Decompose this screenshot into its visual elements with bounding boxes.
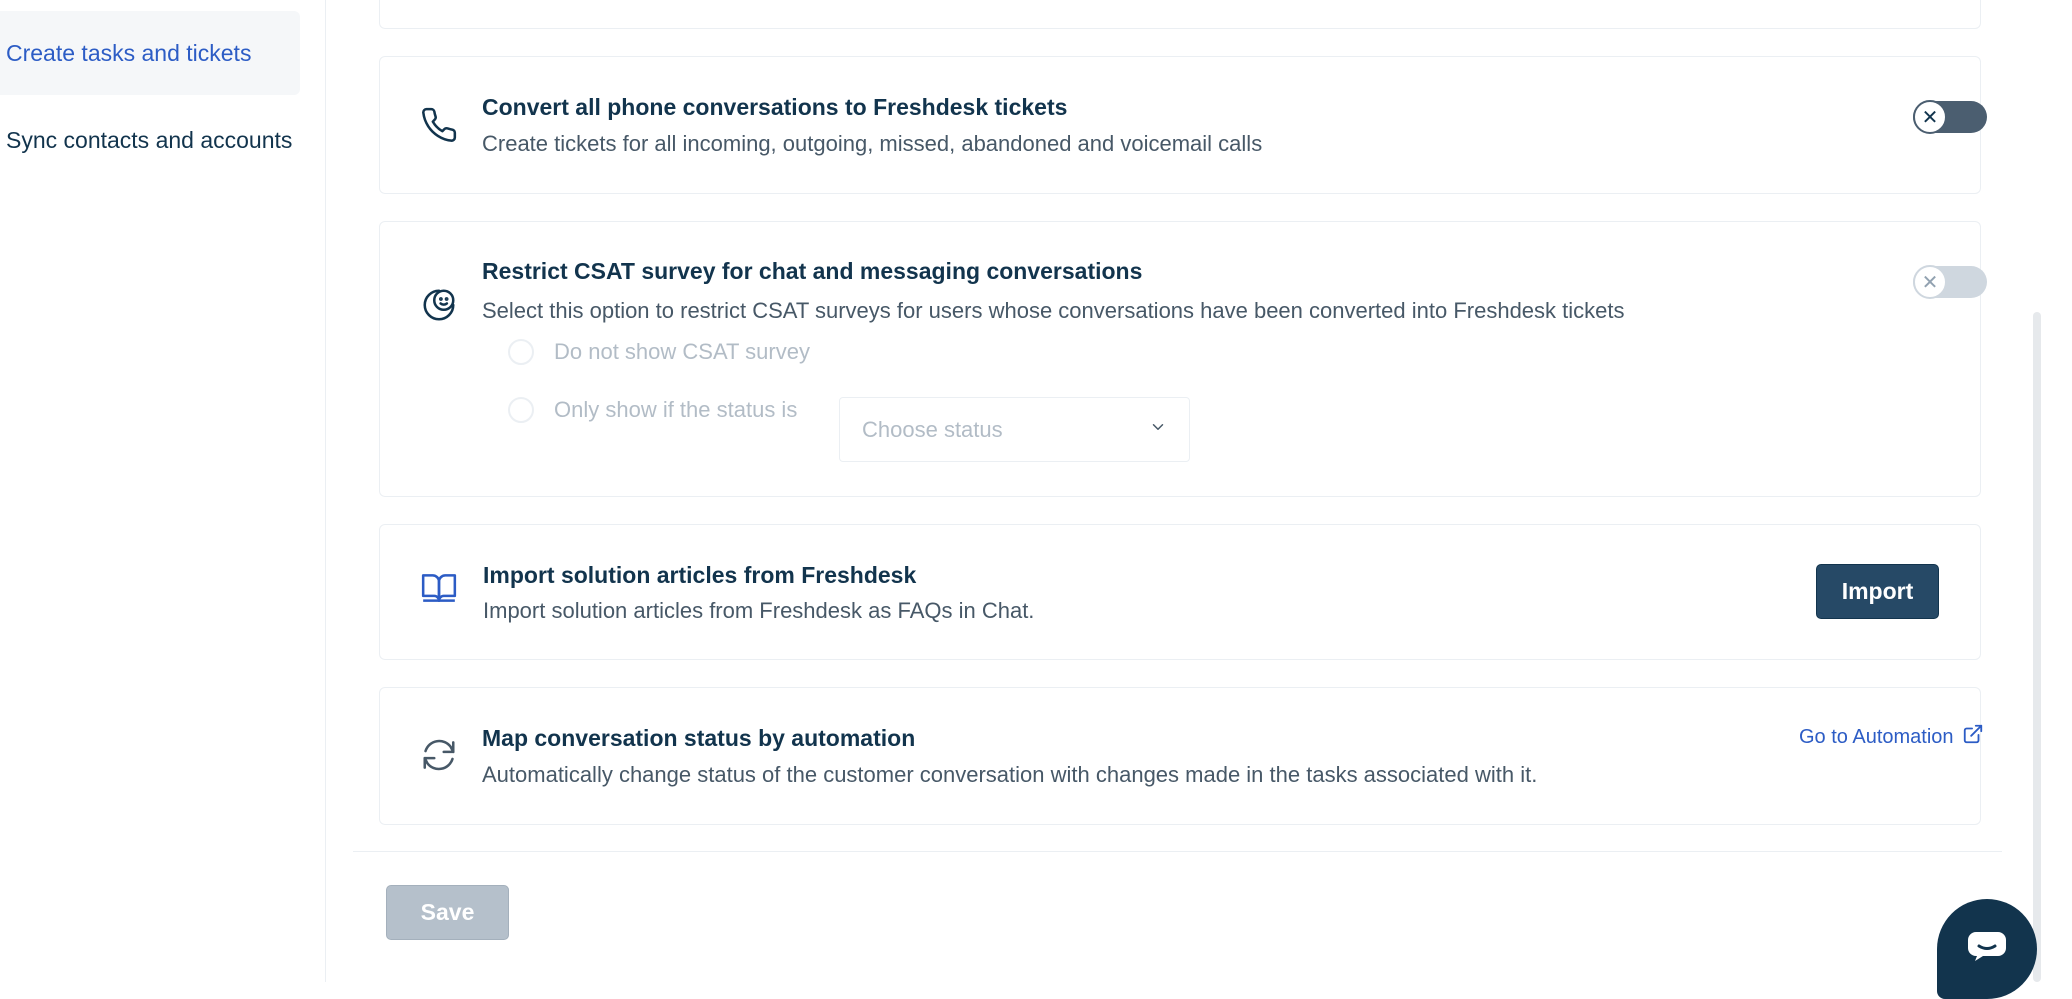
status-select[interactable]: Choose status	[839, 397, 1190, 462]
import-setting-description: Import solution articles from Freshdesk …	[483, 598, 1035, 623]
save-button[interactable]: Save	[386, 885, 509, 940]
sidebar-item-label: Sync contacts and accounts	[6, 127, 293, 153]
chat-launcher-button[interactable]	[1937, 899, 2037, 999]
csat-option-do-not-show[interactable]: Do not show CSAT survey	[508, 339, 810, 365]
external-link-icon	[1954, 723, 1984, 751]
settings-sidebar: Create tasks and tickets Sync contacts a…	[0, 0, 326, 982]
radio-label: Do not show CSAT survey	[554, 339, 810, 364]
radio-label: Only show if the status is	[554, 397, 798, 422]
map-setting-description: Automatically change status of the custo…	[482, 762, 1538, 787]
chat-bubble-icon	[1967, 931, 2007, 966]
previous-setting-card	[379, 0, 1981, 29]
map-status-card: Map conversation status by automation Au…	[379, 687, 1984, 825]
phone-setting-title: Convert all phone conversations to Fresh…	[482, 94, 1068, 120]
import-setting-title: Import solution articles from Freshdesk	[483, 562, 917, 588]
phone-conversion-toggle[interactable]: ✕	[1913, 100, 1987, 134]
import-button[interactable]: Import	[1816, 564, 1939, 619]
sidebar-item-create-tasks[interactable]: Create tasks and tickets	[0, 11, 300, 95]
book-icon	[420, 569, 458, 607]
phone-icon	[420, 106, 458, 144]
csat-restriction-card: Restrict CSAT survey for chat and messag…	[379, 221, 1987, 497]
close-icon: ✕	[1913, 100, 1947, 134]
phone-setting-description: Create tickets for all incoming, outgoin…	[482, 131, 1263, 156]
smiley-icon	[420, 286, 458, 324]
settings-main: Convert all phone conversations to Fresh…	[326, 0, 2029, 982]
status-select-placeholder: Choose status	[862, 416, 1003, 442]
footer-divider	[353, 851, 2002, 852]
csat-restriction-toggle[interactable]: ✕	[1913, 265, 1987, 299]
link-label: Go to Automation	[1799, 725, 1954, 748]
chevron-down-icon	[1149, 418, 1167, 441]
sidebar-item-label: Create tasks and tickets	[6, 39, 252, 66]
radio-button[interactable]	[508, 339, 534, 365]
phone-conversion-card: Convert all phone conversations to Fresh…	[379, 56, 1987, 194]
go-to-automation-link[interactable]: Go to Automation	[1799, 723, 1984, 751]
close-icon: ✕	[1913, 265, 1947, 299]
csat-setting-description: Select this option to restrict CSAT surv…	[482, 298, 1625, 323]
csat-option-only-show-status[interactable]: Only show if the status is	[508, 397, 797, 423]
sidebar-item-sync-contacts[interactable]: Sync contacts and accounts	[0, 124, 300, 157]
map-setting-title: Map conversation status by automation	[482, 725, 916, 751]
radio-button[interactable]	[508, 397, 534, 423]
import-articles-card: Import solution articles from Freshdesk …	[379, 524, 1981, 660]
refresh-icon	[420, 736, 458, 774]
csat-setting-title: Restrict CSAT survey for chat and messag…	[482, 258, 1143, 284]
scrollbar-thumb[interactable]	[2033, 312, 2041, 982]
